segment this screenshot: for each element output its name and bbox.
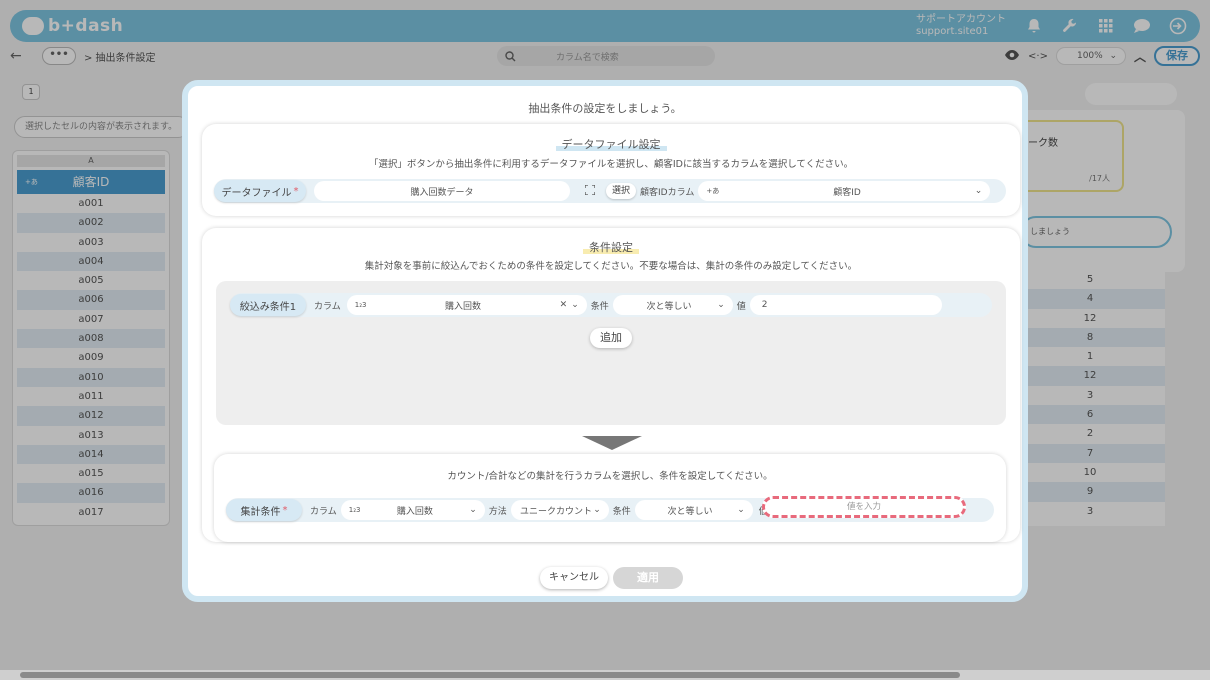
chevron-down-icon: ⌄: [717, 300, 725, 310]
aggregate-value-input[interactable]: 値を入力: [762, 496, 966, 518]
apply-button[interactable]: 適用: [613, 567, 683, 589]
filter-column-label: カラム: [314, 301, 341, 312]
filter-cond-label: 条件: [590, 301, 609, 312]
aggregate-method-label: 方法: [488, 506, 507, 517]
condition-section-title: 条件設定: [583, 241, 639, 254]
datafile-value: 購入回数データ: [410, 187, 474, 198]
datafile-label-text: データファイル: [221, 187, 292, 199]
aggregate-cond-select[interactable]: 次と等しい ⌄: [634, 500, 753, 520]
filter-value-input[interactable]: 2: [749, 295, 942, 315]
filter-row-1: 絞込み条件1 カラム 1₂3 購入回数 ✕ ⌄ 条件 次と等しい ⌄ 値 2: [230, 293, 992, 317]
datafile-field[interactable]: 購入回数データ: [314, 181, 570, 201]
aggregate-column-label: カラム: [310, 506, 337, 517]
required-mark: *: [282, 504, 288, 516]
filter-column-select[interactable]: 1₂3 購入回数 ✕ ⌄: [346, 295, 587, 315]
aggregate-column-select[interactable]: 1₂3 購入回数 ⌄: [340, 500, 485, 520]
id-column-value: 顧客ID: [833, 187, 861, 198]
scroll-thumb[interactable]: [20, 672, 960, 678]
number-type-icon: 1₂3: [348, 506, 361, 514]
add-condition-button[interactable]: 追加: [590, 328, 632, 348]
filter-conditions-area: 絞込み条件1 カラム 1₂3 購入回数 ✕ ⌄ 条件 次と等しい ⌄ 値 2 追…: [216, 281, 1006, 425]
text-type-icon: +あ: [706, 187, 720, 195]
cancel-button[interactable]: キャンセル: [540, 567, 608, 589]
chevron-down-icon: ⌄: [469, 505, 477, 515]
number-type-icon: 1₂3: [354, 301, 367, 309]
aggregate-label: 集計条件 *: [226, 499, 302, 521]
condition-section-desc: 集計対象を事前に絞込んでおくための条件を設定してください。不要な場合は、集計の条…: [364, 261, 858, 272]
filter-value-label: 値: [736, 301, 746, 312]
filter-column-value: 購入回数: [445, 301, 482, 312]
aggregate-cond-label: 条件: [612, 506, 631, 517]
id-column-label: 顧客IDカラム: [640, 187, 695, 198]
chevron-down-icon: ⌄: [974, 186, 983, 196]
expand-icon[interactable]: [580, 183, 600, 198]
clear-icon[interactable]: ✕: [560, 300, 568, 310]
chevron-down-icon: ⌄: [593, 505, 601, 515]
datafile-row: データファイル * 購入回数データ 選択 顧客IDカラム +あ 顧客ID ⌄: [214, 179, 1006, 203]
filter-value: 2: [761, 300, 768, 310]
aggregate-label-text: 集計条件: [240, 506, 281, 518]
id-column-select[interactable]: +あ 顧客ID ⌄: [698, 181, 991, 201]
aggregate-column-value: 購入回数: [396, 506, 433, 517]
datafile-label: データファイル *: [214, 180, 306, 202]
aggregate-section-desc: カウント/合計などの集計を行うカラムを選択し、条件を設定してください。: [447, 471, 773, 482]
datafile-section-desc: 「選択」ボタンから抽出条件に利用するデータファイルを選択し、顧客IDに該当するカ…: [368, 159, 854, 170]
extract-condition-modal: 抽出条件の設定をしましょう。 データファイル設定 「選択」ボタンから抽出条件に利…: [182, 80, 1028, 602]
horizontal-scrollbar[interactable]: [0, 670, 1210, 680]
required-mark: *: [293, 185, 299, 197]
filter-cond-value: 次と等しい: [646, 301, 692, 312]
aggregate-method-value: ユニークカウント: [519, 506, 592, 517]
aggregate-section: カウント/合計などの集計を行うカラムを選択し、条件を設定してください。 集計条件…: [214, 454, 1006, 542]
modal-title: 抽出条件の設定をしましょう。: [528, 102, 682, 115]
arrow-down-icon: [582, 436, 642, 450]
datafile-section-title: データファイル設定: [555, 138, 667, 151]
filter-cond-select[interactable]: 次と等しい ⌄: [612, 295, 733, 315]
chevron-down-icon: ⌄: [571, 300, 579, 310]
chevron-down-icon: ⌄: [737, 505, 745, 515]
filter-label: 絞込み条件1: [230, 294, 306, 316]
aggregate-method-select[interactable]: ユニークカウント ⌄: [510, 500, 609, 520]
select-file-button[interactable]: 選択: [606, 183, 637, 199]
aggregate-cond-value: 次と等しい: [667, 506, 713, 517]
datafile-section: データファイル設定 「選択」ボタンから抽出条件に利用するデータファイルを選択し、…: [202, 124, 1020, 216]
